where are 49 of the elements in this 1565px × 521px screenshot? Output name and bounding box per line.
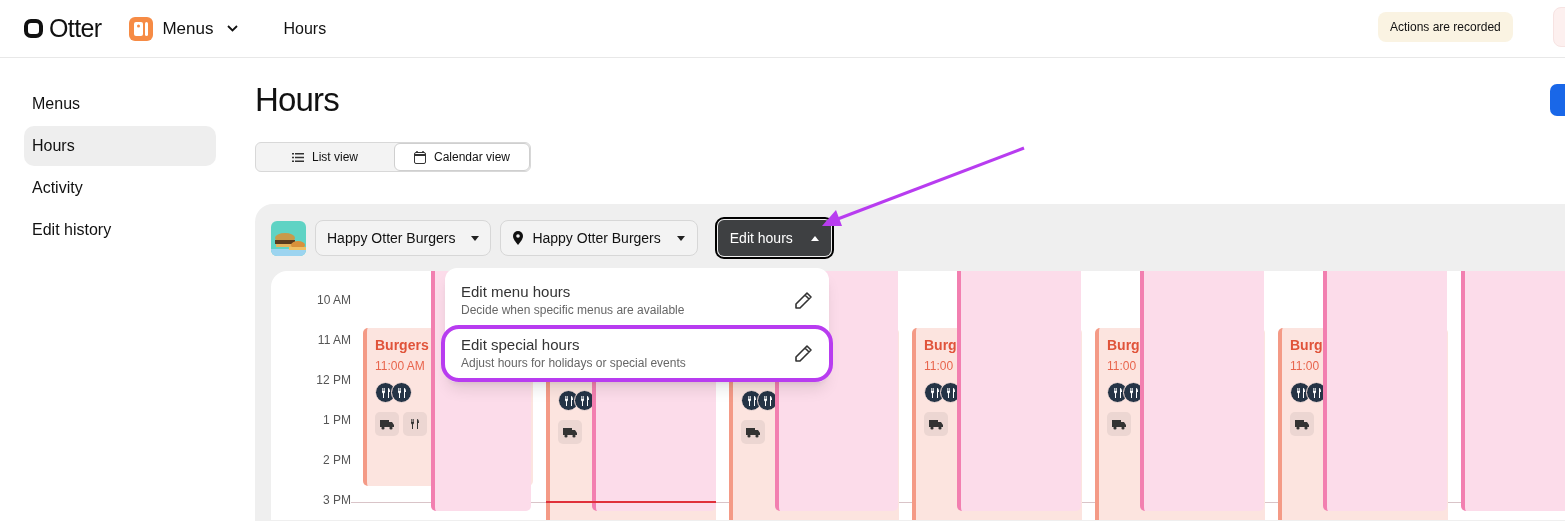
menu-time: 11:00 (924, 358, 954, 374)
time-label: 10 AM (315, 292, 351, 309)
menu-time: 11:00 (1290, 358, 1320, 374)
list-icon (292, 152, 304, 162)
menu-app-icon (129, 16, 154, 41)
calendar-icon (413, 150, 426, 164)
truck-icon (929, 418, 943, 430)
view-tab[interactable]: Calendar view (394, 143, 530, 171)
truck-icon (1295, 418, 1309, 430)
logo-icon (24, 19, 43, 38)
truck-icon (380, 418, 394, 430)
menu-name: Burgers (375, 336, 429, 354)
menu-name: Burg (1290, 336, 1323, 354)
truck-icon (746, 426, 760, 438)
menu-name: Burg (1107, 336, 1140, 354)
truck-icon (1112, 418, 1126, 430)
menu-item-description: Decide when specific menus are available (461, 302, 685, 319)
time-label: 11 AM (316, 332, 351, 349)
time-label: 12 PM (315, 372, 351, 389)
edit-hours-button[interactable]: Edit hours (717, 220, 831, 256)
brand-dropdown[interactable]: Happy Otter Burgers (315, 220, 492, 256)
app-switcher[interactable]: Menus (129, 15, 239, 42)
utensils-icon (409, 418, 421, 430)
time-label: 3 PM (322, 492, 351, 509)
menu-item[interactable]: Edit special hours Adjust hours for holidays or special events (445, 329, 829, 378)
pencil-icon (794, 291, 813, 310)
location-pin-icon (513, 231, 524, 245)
view-tab[interactable]: List view (256, 143, 394, 171)
time-label: 2 PM (322, 452, 351, 469)
menu-time: 11:00 (1107, 358, 1137, 374)
sidebar-item[interactable]: Hours (24, 126, 216, 166)
pencil-icon (794, 344, 813, 363)
menu-item[interactable]: Edit menu hours Decide when specific menus are available (445, 276, 829, 325)
menu-item-title: Edit special hours (461, 335, 581, 355)
menu-name: Burg (924, 336, 957, 354)
menu-item-description: Adjust hours for holidays or special events (461, 355, 686, 372)
menu-item-title: Edit menu hours (461, 282, 572, 302)
breadcrumb-text: Hours (283, 18, 327, 39)
notice-badge: Actions are recorded (1378, 12, 1513, 42)
caret-icon (676, 235, 685, 241)
truck-icon (563, 426, 577, 438)
time-label: 1 PM (322, 412, 351, 429)
logo-text: Otter (49, 12, 102, 44)
caret-icon (471, 235, 480, 241)
caret-icon (810, 235, 819, 241)
location-dropdown[interactable]: Happy Otter Burgers (500, 220, 698, 256)
page-title: Hours (255, 80, 339, 120)
chevron-down-icon (227, 25, 239, 32)
menu-time: 11:00 AM (375, 358, 425, 374)
